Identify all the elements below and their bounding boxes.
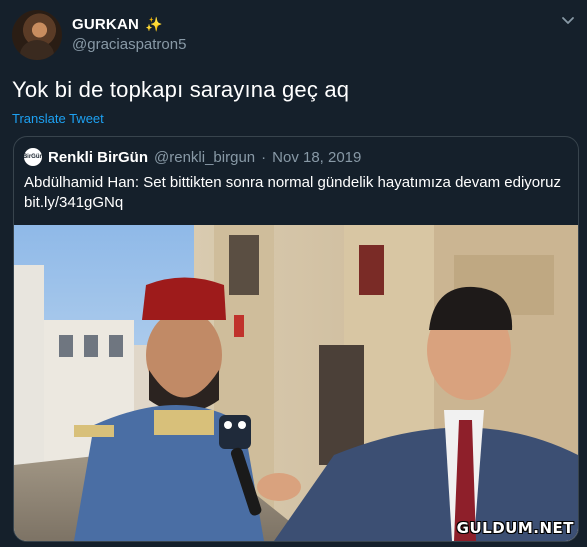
quoted-tweet-text: Abdülhamid Han: Set bittikten sonra norm… xyxy=(24,174,561,211)
author-name-row[interactable]: GURKAN ✨ xyxy=(72,14,162,34)
quoted-author-handle[interactable]: @renkli_birgun xyxy=(154,149,255,166)
tweet-header: GURKAN ✨ @graciaspatron5 xyxy=(12,10,575,62)
translate-tweet-link[interactable]: Translate Tweet xyxy=(12,111,104,126)
quoted-separator: · xyxy=(261,148,267,166)
author-handle[interactable]: @graciaspatron5 xyxy=(72,36,186,53)
quoted-author-name[interactable]: Renkli BirGün xyxy=(48,149,148,166)
watermark-logo: GULDUM.NET xyxy=(456,519,574,537)
quoted-author-avatar[interactable]: BirGün xyxy=(23,148,43,166)
author-avatar[interactable] xyxy=(12,10,62,60)
author-display-name[interactable]: GURKAN xyxy=(72,16,139,33)
chevron-down-svg xyxy=(562,17,574,24)
quoted-tweet-header: BirGün Renkli BirGün @renkli_birgun · No… xyxy=(23,147,361,167)
sparkle-icon: ✨ xyxy=(145,16,163,32)
quoted-tweet-card[interactable]: BirGün Renkli BirGün @renkli_birgun · No… xyxy=(13,136,579,542)
chevron-down-icon[interactable] xyxy=(561,14,575,28)
tweet-text: Yok bi de topkapı sarayına geç aq xyxy=(12,77,350,102)
quoted-tweet-photo[interactable]: GULDUM.NET xyxy=(14,225,578,541)
photo-illustration xyxy=(14,225,578,541)
quoted-date[interactable]: Nov 18, 2019 xyxy=(272,149,361,166)
